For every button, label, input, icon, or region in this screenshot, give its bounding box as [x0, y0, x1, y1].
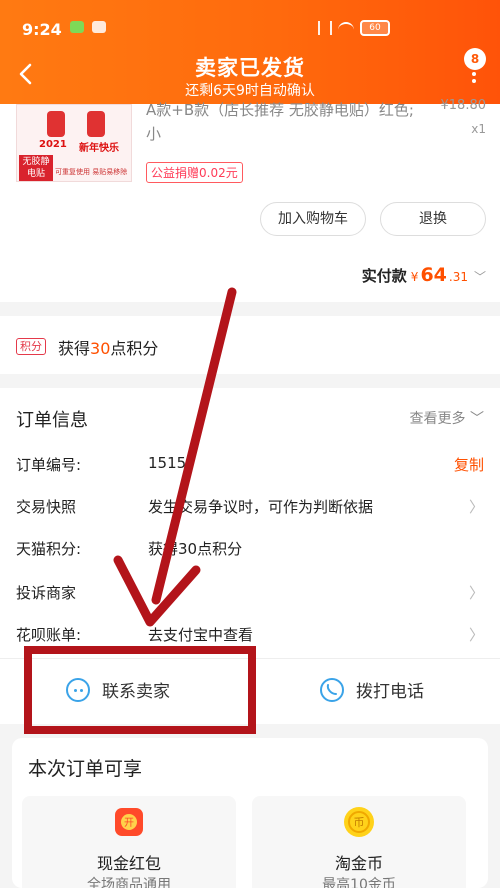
huabei-label: 花呗账单: — [16, 626, 82, 644]
auto-confirm-countdown: 还剩6天9时自动确认 — [185, 83, 315, 99]
snapshot-label: 交易快照 — [16, 498, 77, 516]
gold-coin-icon: 币 — [344, 807, 374, 837]
thumb-greeting: 新年快乐 — [79, 143, 119, 154]
message-count-badge[interactable]: 8 — [464, 48, 486, 70]
more-dots-icon — [472, 72, 476, 86]
product-quantity: x1 — [471, 122, 486, 136]
benefit-desc: 最高10金币 — [322, 877, 396, 888]
lantern-right — [87, 111, 105, 137]
benefits-title: 本次订单可享 — [28, 758, 143, 780]
tmall-points-value: 获得30点积分 — [148, 540, 243, 558]
wechat-icon — [70, 21, 84, 33]
phone-icon — [320, 677, 344, 702]
order-info-card: 订单信息 查看更多 ﹀ 订单编号: 1515 复制 交易快照 发生交易争议时，可… — [0, 388, 500, 658]
highlight-box — [24, 646, 256, 734]
wifi-icon — [338, 22, 354, 34]
svg-text:币: 币 — [354, 816, 365, 829]
huabei-value: 去支付宝中查看 — [148, 626, 254, 644]
order-info-title: 订单信息 — [16, 410, 88, 431]
snapshot-row[interactable]: 交易快照 发生交易争议时，可作为判断依据 〉 — [16, 496, 484, 524]
paid-amount-decimal: .31 — [448, 270, 468, 284]
chevron-right-icon: 〉 — [468, 584, 484, 602]
thumb-year: 2021 — [39, 139, 67, 150]
product-thumbnail[interactable]: 2021 新年快乐 无胶静电贴 可重复使用 易贴易移除 — [16, 104, 132, 182]
benefit-name: 现金红包 — [96, 854, 161, 873]
benefit-name: 淘金币 — [334, 854, 383, 873]
taojinbi-item[interactable]: 币 淘金币 最高10金币 — [252, 796, 466, 888]
lantern-left — [47, 111, 65, 137]
page-title: 卖家已发货 — [195, 56, 305, 80]
order-number-label: 订单编号: — [16, 456, 82, 474]
tmall-points-label: 天猫积分: — [16, 540, 82, 558]
snapshot-value: 发生交易争议时，可作为判断依据 — [148, 498, 374, 516]
chevron-down-icon: ﹀ — [473, 270, 486, 284]
status-time: 9:24 — [22, 20, 62, 39]
cash-redpacket-item[interactable]: 开 现金红包 全场商品通用 — [22, 796, 236, 888]
charity-tag: 公益捐赠0.02元 — [146, 162, 243, 183]
order-benefits-card: 本次订单可享 开 现金红包 全场商品通用 币 淘金币 最高10金币 — [12, 738, 488, 888]
return-exchange-button[interactable]: 退换 — [380, 202, 486, 236]
call-label: 拨打电话 — [356, 682, 424, 702]
tmall-points-row: 天猫积分: 获得30点积分 — [16, 538, 484, 566]
notification-icons — [70, 21, 106, 33]
complain-row[interactable]: 投诉商家 〉 — [16, 582, 484, 610]
thumb-footnote: 可重复使用 易贴易移除 — [55, 168, 128, 176]
points-badge: 积分 — [16, 338, 46, 355]
thumb-tag: 无胶静电贴 — [19, 155, 53, 181]
add-to-cart-button[interactable]: 加入购物车 — [260, 202, 366, 236]
product-name[interactable]: A款+B款（店长推荐 无胶静电贴）红色;小 — [146, 98, 416, 146]
paid-amount-integer: 64 — [420, 264, 447, 286]
product-card: 2021 新年快乐 无胶静电贴 可重复使用 易贴易移除 A款+B款（店长推荐 无… — [0, 98, 500, 302]
app-header: 9:24 60 卖家已发货 还剩6天9时自动确认 8 — [0, 0, 500, 104]
signal-icon — [318, 21, 332, 35]
points-value: 30 — [90, 339, 111, 358]
call-button[interactable]: 拨打电话 — [320, 677, 424, 702]
redpacket-icon: 开 — [115, 808, 143, 836]
chevron-right-icon: 〉 — [468, 498, 484, 516]
chevron-right-icon: 〉 — [468, 626, 484, 644]
product-price: ¥18.80 — [440, 98, 487, 113]
copy-button[interactable]: 复制 — [454, 454, 484, 475]
points-text: 获得30点积分 — [58, 339, 159, 358]
app-icon — [92, 21, 106, 33]
view-more-link[interactable]: 查看更多 ﹀ — [410, 408, 484, 428]
actual-payment[interactable]: 实付款 ¥ 64 .31 ﹀ — [362, 264, 486, 286]
points-card: 积分 获得30点积分 — [0, 316, 500, 374]
svg-text:开: 开 — [124, 818, 134, 829]
benefit-desc: 全场商品通用 — [87, 877, 171, 888]
currency-symbol: ¥ — [410, 270, 419, 284]
paid-label: 实付款 — [361, 267, 407, 285]
complain-label: 投诉商家 — [16, 584, 77, 602]
battery-icon: 60 — [360, 20, 390, 36]
order-number-row: 订单编号: 1515 复制 — [16, 454, 484, 482]
order-number-value: 1515 — [148, 454, 187, 472]
status-indicators: 60 — [318, 20, 390, 36]
